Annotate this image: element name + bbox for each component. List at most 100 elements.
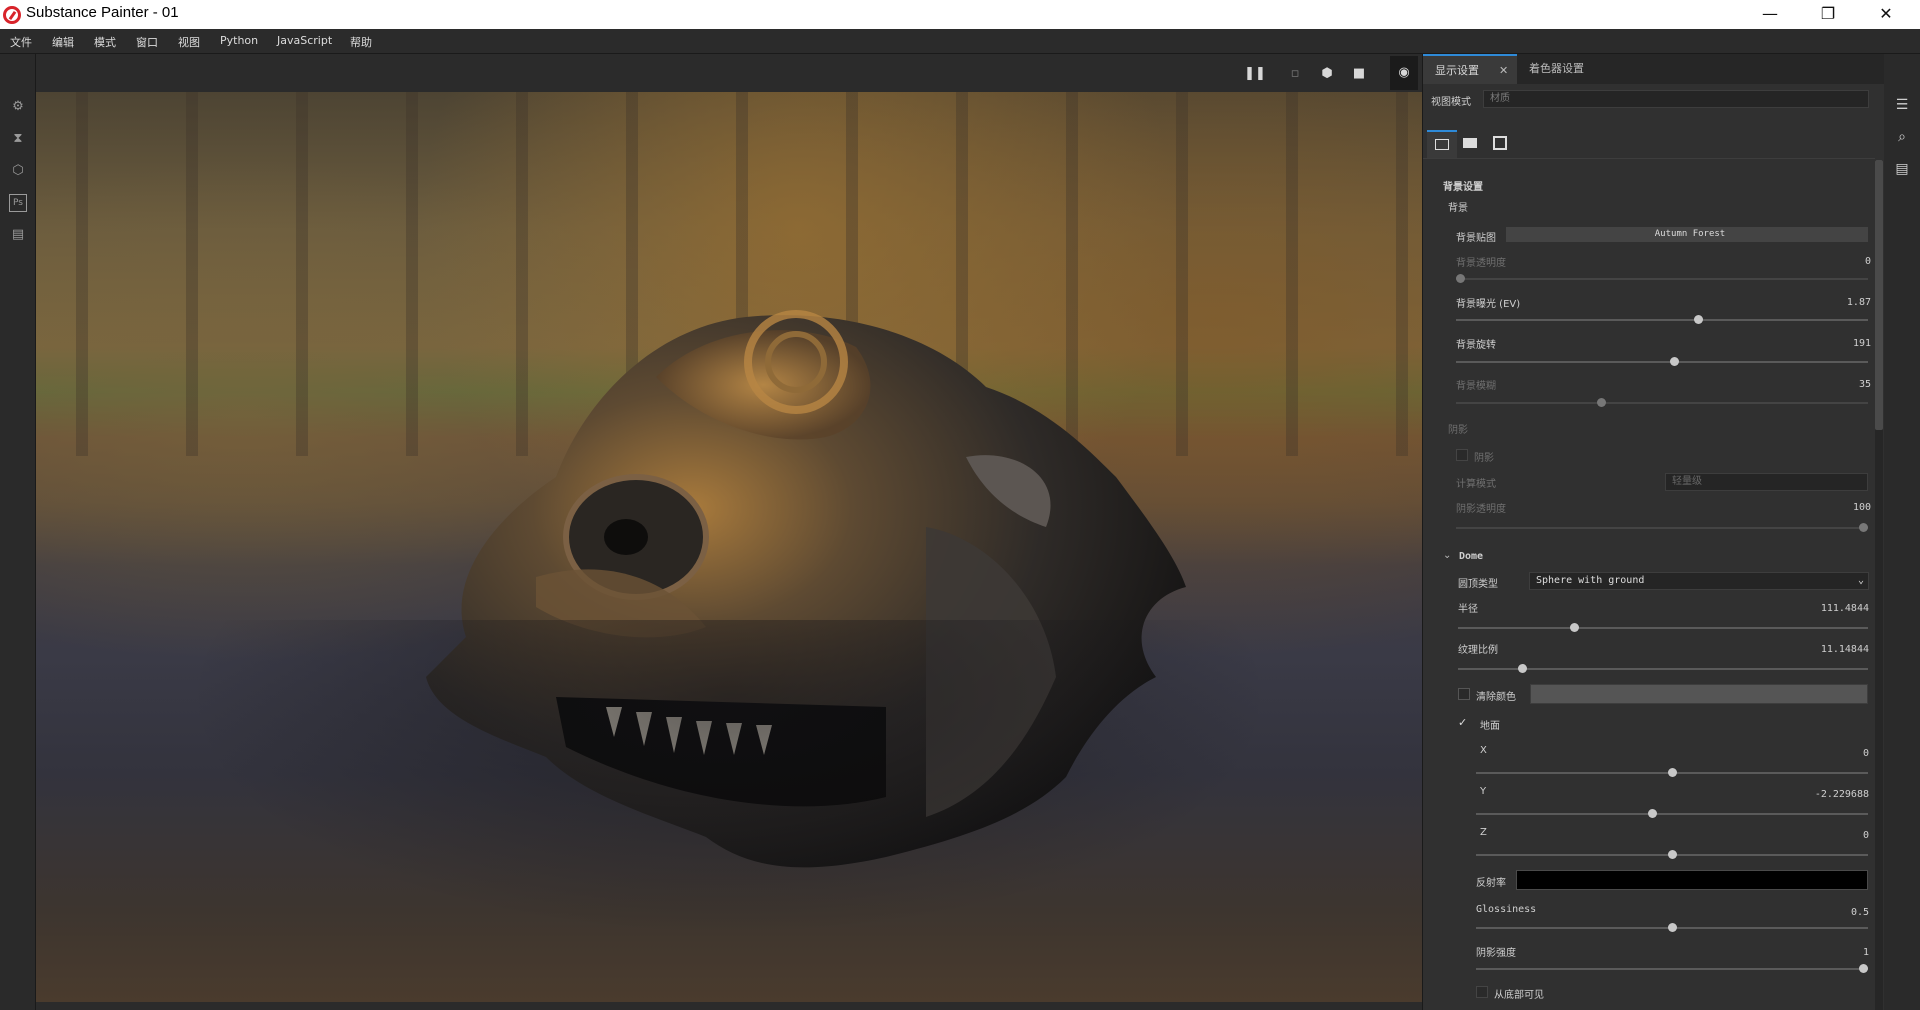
view-mode-label: 视图模式 bbox=[1431, 97, 1471, 108]
dragon-helmet-model[interactable] bbox=[326, 277, 1206, 897]
shadow-checkbox[interactable] bbox=[1456, 449, 1468, 461]
visible-from-bottom-label: 从底部可见 bbox=[1494, 990, 1544, 1001]
shadow-opacity-slider[interactable] bbox=[1456, 523, 1868, 532]
chevron-down-icon[interactable]: ⌄ bbox=[1443, 550, 1451, 561]
shadow-intensity-label: 阴影强度 bbox=[1476, 948, 1516, 959]
background-blur-value[interactable]: 35 bbox=[1823, 379, 1871, 390]
properties-icon[interactable]: ▤ bbox=[1893, 160, 1911, 178]
ground-y-label: Y bbox=[1480, 786, 1487, 797]
menu-window[interactable]: 窗口 bbox=[136, 34, 158, 50]
shadow-intensity-value[interactable]: 1 bbox=[1793, 947, 1869, 958]
menu-view[interactable]: 视图 bbox=[178, 34, 200, 50]
visible-from-bottom-checkbox[interactable] bbox=[1476, 986, 1488, 998]
photoshop-icon[interactable]: Ps bbox=[9, 194, 27, 212]
pause-icon[interactable]: ❚❚ bbox=[1244, 64, 1266, 84]
background-rotation-slider[interactable] bbox=[1456, 357, 1868, 366]
menu-file[interactable]: 文件 bbox=[10, 34, 32, 50]
uv-view-icon[interactable]: ▫ bbox=[1284, 64, 1306, 84]
layers-icon[interactable]: ☰ bbox=[1893, 96, 1911, 114]
glossiness-slider[interactable] bbox=[1476, 923, 1868, 932]
menu-mode[interactable]: 模式 bbox=[94, 34, 116, 50]
cube-view-icon[interactable]: ⬢ bbox=[1316, 64, 1338, 84]
background-opacity-value[interactable]: 0 bbox=[1823, 256, 1871, 267]
clear-color-label: 清除颜色 bbox=[1476, 692, 1516, 703]
shadow-mode-select[interactable]: 轻量级 bbox=[1665, 473, 1868, 491]
reflectivity-color-swatch[interactable] bbox=[1516, 870, 1868, 890]
ground-x-slider[interactable] bbox=[1476, 768, 1868, 777]
slider-knob[interactable] bbox=[1570, 623, 1580, 632]
camera-icon[interactable]: ■ bbox=[1348, 64, 1370, 84]
background-map-field[interactable]: Autumn Forest bbox=[1506, 227, 1868, 242]
slider-knob[interactable] bbox=[1667, 850, 1677, 859]
restore-button[interactable]: ❐ bbox=[1800, 0, 1856, 29]
dome-radius-slider[interactable] bbox=[1458, 623, 1868, 632]
shadow-opacity-value[interactable]: 100 bbox=[1823, 502, 1871, 513]
ground-x-label: X bbox=[1480, 745, 1487, 756]
image-tab[interactable] bbox=[1427, 130, 1457, 158]
ground-z-slider[interactable] bbox=[1476, 850, 1868, 859]
slider-knob[interactable] bbox=[1693, 315, 1703, 324]
background-blur-slider[interactable] bbox=[1456, 398, 1868, 407]
menu-javascript[interactable]: JavaScript bbox=[277, 34, 332, 47]
close-window-button[interactable]: ✕ bbox=[1858, 0, 1914, 29]
background-opacity-slider[interactable] bbox=[1456, 274, 1868, 283]
ground-label: 地面 bbox=[1480, 721, 1500, 732]
slider-knob[interactable] bbox=[1859, 523, 1868, 532]
tab-display-settings[interactable]: 显示设置 ✕ bbox=[1423, 54, 1517, 84]
hourglass-icon[interactable]: ⧗ bbox=[9, 130, 27, 148]
dome-section-title[interactable]: Dome bbox=[1459, 551, 1483, 562]
ground-checkbox-checked[interactable]: ✓ bbox=[1458, 717, 1470, 729]
divider bbox=[1423, 158, 1875, 159]
menu-help[interactable]: 帮助 bbox=[350, 34, 372, 50]
panel-tabs: 显示设置 ✕ 着色器设置 bbox=[1423, 54, 1885, 84]
slider-knob[interactable] bbox=[1648, 809, 1658, 818]
menu-edit[interactable]: 编辑 bbox=[52, 34, 74, 50]
camera-settings-icon[interactable] bbox=[1463, 138, 1477, 148]
slider-knob[interactable] bbox=[1667, 768, 1677, 777]
dome-tex-scale-slider[interactable] bbox=[1458, 664, 1868, 673]
ground-x-value[interactable]: 0 bbox=[1793, 748, 1869, 759]
slider-knob[interactable] bbox=[1518, 664, 1528, 673]
clear-color-checkbox[interactable] bbox=[1458, 688, 1470, 700]
ground-z-value[interactable]: 0 bbox=[1793, 830, 1869, 841]
background-exposure-value[interactable]: 1.87 bbox=[1823, 297, 1871, 308]
shadow-intensity-slider[interactable] bbox=[1476, 964, 1868, 973]
background-exposure-slider[interactable] bbox=[1456, 315, 1868, 324]
dome-type-label: 圆顶类型 bbox=[1458, 579, 1498, 590]
close-tab-icon[interactable]: ✕ bbox=[1499, 56, 1508, 86]
ground-y-slider[interactable] bbox=[1476, 809, 1868, 818]
menu-python[interactable]: Python bbox=[220, 34, 258, 47]
slider-knob[interactable] bbox=[1456, 274, 1465, 283]
slider-knob[interactable] bbox=[1859, 964, 1868, 973]
background-exposure-label: 背景曝光 (EV) bbox=[1456, 299, 1521, 310]
ground-y-value[interactable]: -2.229688 bbox=[1773, 789, 1869, 800]
scrollbar-thumb[interactable] bbox=[1875, 160, 1883, 430]
glossiness-value[interactable]: 0.5 bbox=[1793, 907, 1869, 918]
slider-knob[interactable] bbox=[1667, 923, 1677, 932]
snapshot-camera-icon[interactable]: ◉ bbox=[1390, 56, 1418, 90]
reflectivity-label: 反射率 bbox=[1476, 878, 1506, 889]
dome-type-select[interactable]: Sphere with ground ⌄ bbox=[1529, 572, 1869, 590]
frame-icon[interactable] bbox=[1493, 136, 1507, 150]
right-toolbar: ☰ ⌕ ▤ bbox=[1884, 54, 1920, 1010]
substance-logo-icon bbox=[3, 6, 21, 24]
document-icon[interactable]: ▤ bbox=[9, 226, 27, 244]
background-rotation-value[interactable]: 191 bbox=[1823, 338, 1871, 349]
3d-scene[interactable] bbox=[36, 92, 1422, 1002]
tab-display-label: 显示设置 bbox=[1435, 64, 1479, 77]
viewport-status-strip bbox=[36, 1002, 1422, 1010]
panel-scrollbar[interactable] bbox=[1875, 160, 1883, 1010]
shadow-opacity-label: 阴影透明度 bbox=[1456, 504, 1506, 515]
dome-tex-scale-value[interactable]: 11.14844 bbox=[1793, 644, 1869, 655]
cube-icon[interactable]: ⬡ bbox=[9, 162, 27, 180]
slider-knob[interactable] bbox=[1669, 357, 1679, 366]
settings-icon[interactable]: ⚙ bbox=[9, 98, 27, 116]
clear-color-swatch[interactable] bbox=[1530, 684, 1868, 704]
minimize-button[interactable]: — bbox=[1742, 0, 1798, 29]
view-mode-select[interactable]: 材质 bbox=[1483, 90, 1869, 108]
viewport[interactable]: ❚❚ ▫ ⬢ ■ ◉ bbox=[36, 54, 1422, 1010]
slider-knob[interactable] bbox=[1597, 398, 1607, 407]
zoom-icon[interactable]: ⌕ bbox=[1893, 128, 1911, 146]
dome-radius-value[interactable]: 111.4844 bbox=[1793, 603, 1869, 614]
tab-shader-settings[interactable]: 着色器设置 bbox=[1517, 54, 1615, 84]
